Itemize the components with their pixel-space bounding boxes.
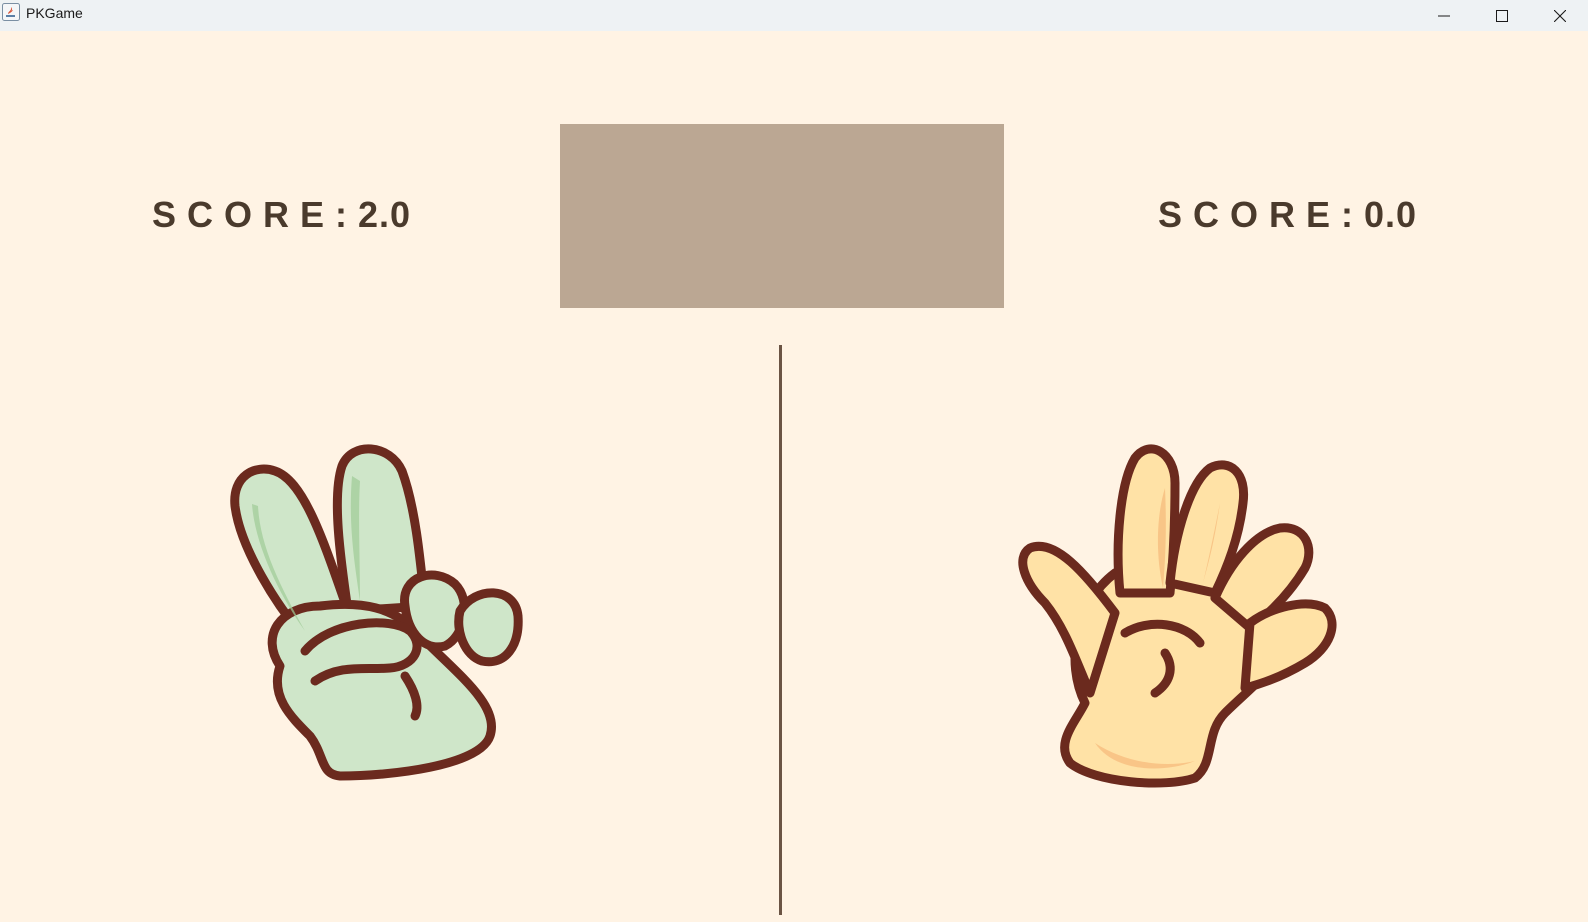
window-titlebar: PKGame (0, 0, 1588, 31)
center-divider (779, 345, 782, 915)
opponent-score-value: 0.0 (1364, 194, 1418, 235)
minimize-button[interactable] (1415, 0, 1473, 31)
player-score-value: 2.0 (358, 194, 412, 235)
close-icon (1554, 9, 1566, 22)
result-panel (560, 124, 1004, 308)
java-app-icon (2, 3, 20, 21)
minimize-icon (1438, 15, 1450, 16)
player-score-label: SCORE: (152, 194, 359, 235)
game-board: SCORE:2.0 SCORE:0.0 (0, 31, 1588, 922)
opponent-hand (1015, 443, 1345, 793)
player-hand (220, 436, 530, 786)
window-title: PKGame (26, 5, 83, 21)
close-button[interactable] (1531, 0, 1588, 31)
maximize-button[interactable] (1473, 0, 1531, 31)
opponent-score: SCORE:0.0 (1158, 194, 1417, 236)
player-score: SCORE:2.0 (152, 194, 411, 236)
peace-sign-hand-icon (230, 444, 523, 781)
opponent-score-label: SCORE: (1158, 194, 1365, 235)
open-palm-hand-icon (1018, 444, 1337, 788)
maximize-icon (1496, 9, 1508, 22)
